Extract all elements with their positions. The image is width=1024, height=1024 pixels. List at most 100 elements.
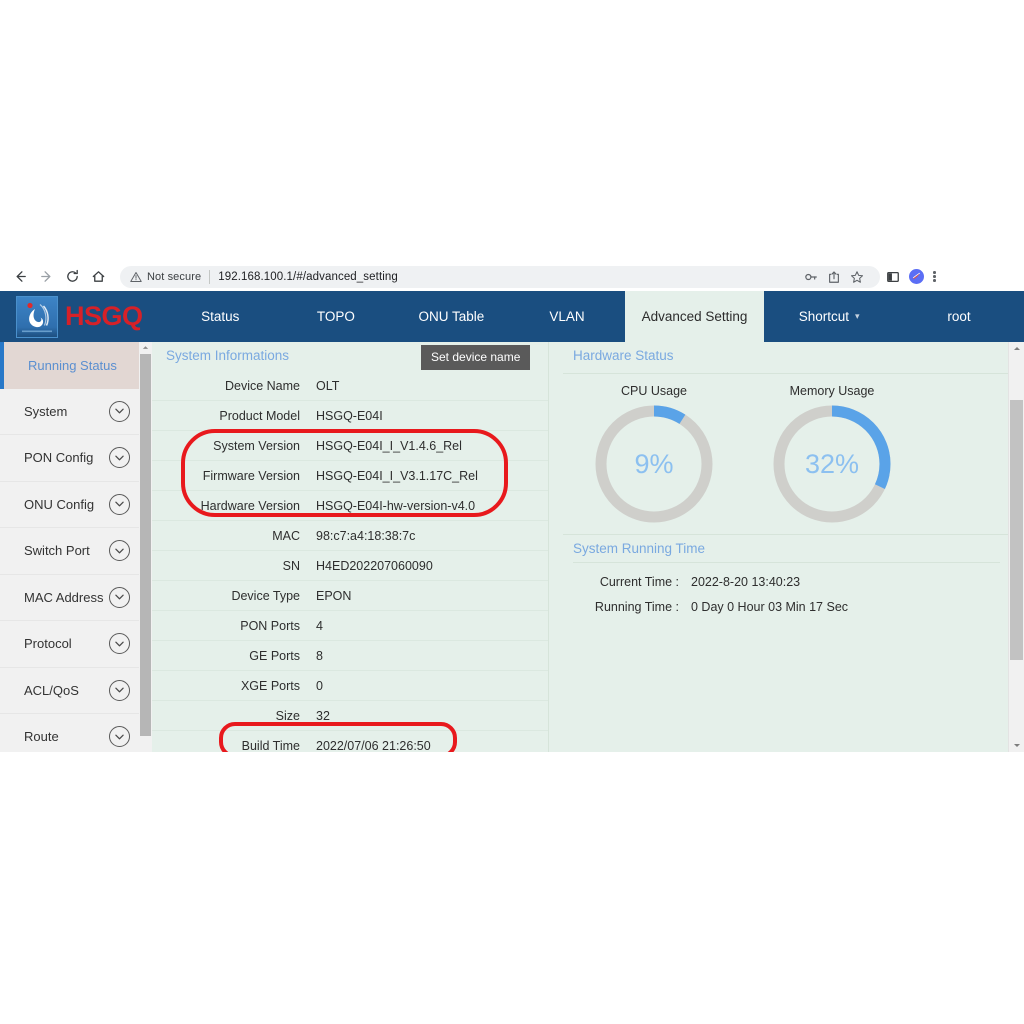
sidebar-item-label: PON Config [24, 450, 94, 466]
tab-label: Status [201, 309, 240, 324]
row-key: Current Time : [599, 574, 679, 589]
row-key: Device Name [152, 371, 316, 401]
tab-root-user[interactable]: root [894, 291, 1024, 342]
sidebar-item-onu-config[interactable]: ONU Config [0, 482, 152, 528]
sidebar-item-mac-address[interactable]: MAC Address [0, 575, 152, 621]
scroll-up-arrow-icon[interactable] [139, 342, 152, 353]
cpu-usage-gauge-cell: CPU Usage 9% [579, 384, 729, 528]
hsgq-logo-icon [16, 295, 58, 338]
app-top-navigation: HSGQ Status TOPO ONU Table VLAN Advanced… [0, 291, 1024, 342]
row-key: Firmware Version [152, 460, 316, 491]
table-row: MAC 98:c7:a4:18:38:7c [152, 520, 548, 551]
tab-vlan[interactable]: VLAN [509, 291, 625, 342]
row-value: OLT [316, 371, 548, 401]
main-content: System Informations Device Name OLT Prod… [152, 342, 1024, 752]
sidebar-scrollbar[interactable] [139, 342, 152, 752]
browser-right-actions [880, 269, 944, 284]
sidebar-item-running-status[interactable]: Running Status [0, 342, 152, 389]
home-icon[interactable] [86, 265, 110, 289]
row-value: HSGQ-E04I [316, 400, 548, 431]
row-key: Build Time [152, 730, 316, 752]
tab-topo[interactable]: TOPO [278, 291, 394, 342]
page-scrollbar[interactable] [1008, 342, 1024, 752]
profile-avatar-icon[interactable] [909, 269, 924, 284]
system-running-time-rows: Current Time : 2022-8-20 13:40:23 Runnin… [549, 569, 1024, 619]
table-row: Build Time 2022/07/06 21:26:50 [152, 730, 548, 752]
gauge-label: CPU Usage [621, 384, 687, 398]
tab-advanced-setting[interactable]: Advanced Setting [624, 291, 765, 342]
set-device-name-button[interactable]: Set device name [421, 345, 531, 370]
row-value: 0 Day 0 Hour 03 Min 17 Sec [691, 599, 849, 614]
back-arrow-icon[interactable] [8, 265, 32, 289]
table-row: Hardware Version HSGQ-E04I-hw-version-v4… [152, 490, 548, 521]
scroll-up-arrow-icon[interactable] [1009, 342, 1024, 355]
sidebar-scrollbar-thumb[interactable] [140, 354, 151, 736]
sidebar-item-protocol[interactable]: Protocol [0, 621, 152, 668]
tab-label: root [947, 309, 971, 324]
share-icon[interactable] [827, 270, 841, 284]
nav-tabs: Status TOPO ONU Table VLAN Advanced Sett… [163, 291, 1024, 342]
list-item: Running Time : 0 Day 0 Hour 03 Min 17 Se… [561, 594, 1024, 619]
gauge-label: Memory Usage [789, 384, 875, 398]
tab-onu-table[interactable]: ONU Table [394, 291, 510, 342]
row-value: 98:c7:a4:18:38:7c [316, 520, 548, 551]
memory-usage-donut-chart: 32% [757, 400, 907, 528]
row-key: Product Model [152, 400, 316, 431]
reload-icon[interactable] [60, 265, 84, 289]
chevron-down-icon[interactable] [109, 493, 130, 515]
row-key: SN [152, 550, 316, 581]
table-row: SN H4ED202207060090 [152, 550, 548, 581]
system-informations-panel: System Informations Device Name OLT Prod… [152, 342, 548, 752]
divider [573, 562, 1000, 563]
table-row: Device Name OLT [152, 371, 548, 401]
gauge-group: CPU Usage 9% Memory Usage 32% [549, 374, 1024, 528]
sidebar-item-system[interactable]: System [0, 389, 152, 435]
address-bar[interactable]: Not secure 192.168.100.1/#/advanced_sett… [120, 265, 880, 288]
bottom-white-margin [0, 752, 1024, 1024]
browser-toolbar: Not secure 192.168.100.1/#/advanced_sett… [0, 262, 1024, 291]
chevron-down-icon[interactable] [109, 726, 130, 748]
tab-shortcut[interactable]: Shortcut ▾ [764, 291, 894, 342]
cpu-usage-value: 9% [634, 448, 674, 479]
row-value: HSGQ-E04I-hw-version-v4.0 [316, 490, 548, 521]
row-key: MAC [152, 520, 316, 551]
sidebar-item-pon-config[interactable]: PON Config [0, 435, 152, 482]
sidebar-item-route[interactable]: Route [0, 714, 152, 752]
screenshot-root: Not secure 192.168.100.1/#/advanced_sett… [0, 0, 1024, 1024]
table-row: Device Type EPON [152, 580, 548, 611]
row-value: 2022/07/06 21:26:50 [316, 730, 548, 752]
tab-label: Advanced Setting [641, 309, 748, 324]
sidebar-item-acl-qos[interactable]: ACL/QoS [0, 668, 152, 714]
chevron-down-icon[interactable] [109, 679, 130, 701]
tab-label: ONU Table [418, 309, 485, 324]
page-scrollbar-thumb[interactable] [1010, 400, 1023, 660]
row-value: 32 [316, 700, 548, 731]
chevron-down-icon[interactable] [109, 633, 130, 655]
list-item: Current Time : 2022-8-20 13:40:23 [561, 569, 1024, 594]
tab-label: VLAN [549, 309, 585, 324]
brand-logo: HSGQ [0, 291, 143, 342]
tab-status[interactable]: Status [163, 291, 279, 342]
sidebar-item-switch-port[interactable]: Switch Port [0, 528, 152, 575]
sidepanel-icon[interactable] [886, 270, 900, 284]
forward-arrow-icon[interactable] [34, 265, 58, 289]
chevron-down-icon[interactable] [109, 540, 130, 562]
key-icon[interactable] [804, 270, 818, 284]
row-value: 2022-8-20 13:40:23 [691, 574, 801, 589]
row-value: H4ED202207060090 [316, 550, 548, 581]
table-row: Product Model HSGQ-E04I [152, 400, 548, 431]
tab-label: TOPO [316, 309, 355, 324]
table-row: Firmware Version HSGQ-E04I_I_V3.1.17C_Re… [152, 460, 548, 491]
chevron-down-icon[interactable] [109, 400, 130, 422]
not-secure-warning-icon [130, 271, 142, 283]
scroll-down-arrow-icon[interactable] [1009, 739, 1024, 752]
row-key: PON Ports [152, 610, 316, 641]
row-key: Hardware Version [152, 490, 316, 521]
sidebar-item-label: Switch Port [24, 543, 90, 559]
memory-usage-gauge-cell: Memory Usage 32% [757, 384, 907, 528]
chevron-down-icon[interactable] [109, 586, 130, 608]
chevron-down-icon[interactable] [109, 447, 130, 469]
star-icon[interactable] [850, 270, 864, 284]
kebab-menu-icon[interactable] [933, 271, 936, 282]
table-row: XGE Ports 0 [152, 670, 548, 701]
